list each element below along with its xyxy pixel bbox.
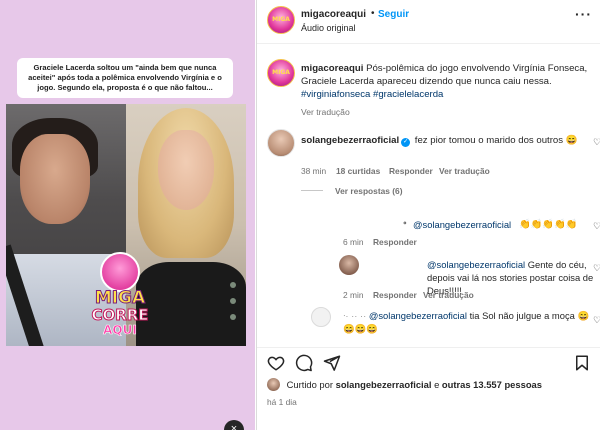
media-caption-text: Graciele Lacerda soltou um "ainda bem qu…	[28, 63, 222, 92]
avatar[interactable]	[267, 129, 295, 157]
comment-username[interactable]: solangebezerraoficial	[301, 135, 399, 146]
avatar[interactable]	[339, 255, 359, 275]
reply-mention[interactable]: @solangebezerraoficial	[413, 218, 511, 231]
post-timestamp[interactable]: há 1 dia	[267, 397, 297, 407]
share-icon[interactable]	[323, 354, 341, 372]
reply-button[interactable]: Responder	[373, 237, 417, 247]
logo-word-3: AQUI	[103, 323, 137, 338]
reply-button[interactable]: Responder	[389, 166, 433, 176]
reply-text: 👏👏👏👏👏	[519, 218, 578, 229]
reply-time[interactable]: 2 min	[343, 290, 363, 300]
liked-by-summary: Curtido por solangebezerraoficial e outr…	[267, 378, 597, 391]
header-username[interactable]: migacoreaqui	[301, 9, 366, 20]
reply-button[interactable]: Responder	[373, 290, 417, 300]
reply-prefix: ᐤ	[403, 219, 407, 230]
post-sidebar: migacoreaqui • Seguir Áudio original ···…	[256, 0, 600, 430]
photo-left-face	[20, 134, 90, 224]
comment-like-heart-icon[interactable]: ♡	[593, 137, 600, 148]
reply-mention[interactable]: @solangebezerraoficial	[369, 310, 467, 321]
bookmark-icon[interactable]	[573, 354, 591, 372]
post-caption: migacoreaqui Pós-polêmica do jogo envolv…	[301, 62, 593, 101]
translate-button[interactable]: Ver tradução	[439, 166, 490, 176]
reply-like-heart-icon[interactable]: ♡	[593, 221, 600, 232]
comments-section[interactable]: migacoreaqui Pós-polêmica do jogo envolv…	[257, 45, 600, 347]
logo-mascot-icon	[100, 252, 140, 292]
audio-label[interactable]: Áudio original	[301, 23, 356, 33]
heart-icon[interactable]	[267, 354, 285, 372]
follow-button[interactable]: Seguir	[378, 9, 409, 20]
avatar[interactable]	[267, 59, 295, 87]
reply-time[interactable]: 6 min	[343, 237, 363, 247]
liked-by-user[interactable]: solangebezerraoficial	[336, 379, 432, 390]
comment-icon[interactable]	[295, 354, 313, 372]
see-translation-link[interactable]: Ver tradução	[301, 107, 350, 117]
logo-word-2: CORRE	[91, 306, 149, 325]
comment-body: solangebezerraoficial ✓ fez pior tomou o …	[301, 134, 593, 147]
verified-badge-icon: ✓	[401, 138, 411, 147]
reply-mention[interactable]: @solangebezerraoficial	[427, 259, 525, 270]
header-separator: •	[371, 8, 375, 19]
translate-button[interactable]: Ver tradução	[423, 290, 474, 300]
liked-by-prefix: Curtido por	[286, 379, 333, 390]
comment-time[interactable]: 38 min	[301, 166, 326, 176]
avatar[interactable]	[311, 307, 331, 327]
media-caption-card: Graciele Lacerda soltou um "ainda bem qu…	[17, 58, 233, 98]
post-media[interactable]: Graciele Lacerda soltou um "ainda bem qu…	[0, 0, 255, 430]
post-header: migacoreaqui • Seguir Áudio original ···	[257, 0, 600, 44]
avatar[interactable]	[267, 378, 280, 391]
avatar[interactable]	[267, 6, 295, 34]
reply-like-heart-icon[interactable]: ♡	[593, 315, 600, 326]
action-bar	[257, 347, 600, 377]
view-replies-button[interactable]: Ver respostas (6)	[335, 186, 403, 196]
replies-divider	[301, 190, 323, 191]
caption-username[interactable]: migacoreaqui	[301, 63, 363, 74]
instagram-post-modal: Graciele Lacerda soltou um "ainda bem qu…	[0, 0, 600, 430]
logo-word-1: MIGA	[94, 288, 146, 309]
comment-likes[interactable]: 18 curtidas	[336, 166, 380, 176]
reply-like-heart-icon[interactable]: ♡	[593, 263, 600, 274]
liked-by-others[interactable]: outras 13.557 pessoas	[442, 379, 542, 390]
caption-hashtags[interactable]: #virginiafonseca #gracielelacerda	[301, 89, 443, 100]
close-icon[interactable]: ×	[224, 420, 244, 430]
photo-right-buttons	[230, 282, 236, 332]
liked-by-joiner: e	[434, 379, 440, 390]
comment-text: fez pior tomou o marido dos outros 😄	[414, 135, 578, 146]
photo-right-face	[158, 130, 214, 210]
more-options-icon[interactable]: ···	[575, 6, 592, 22]
reply-prefix: ᐧ· ·· ··	[343, 310, 367, 321]
reply-body: ᐧ· ·· ·· @solangebezerraoficial tia Sol …	[343, 309, 597, 335]
miga-corre-aqui-logo: MIGA CORRE AQUI	[82, 250, 158, 342]
